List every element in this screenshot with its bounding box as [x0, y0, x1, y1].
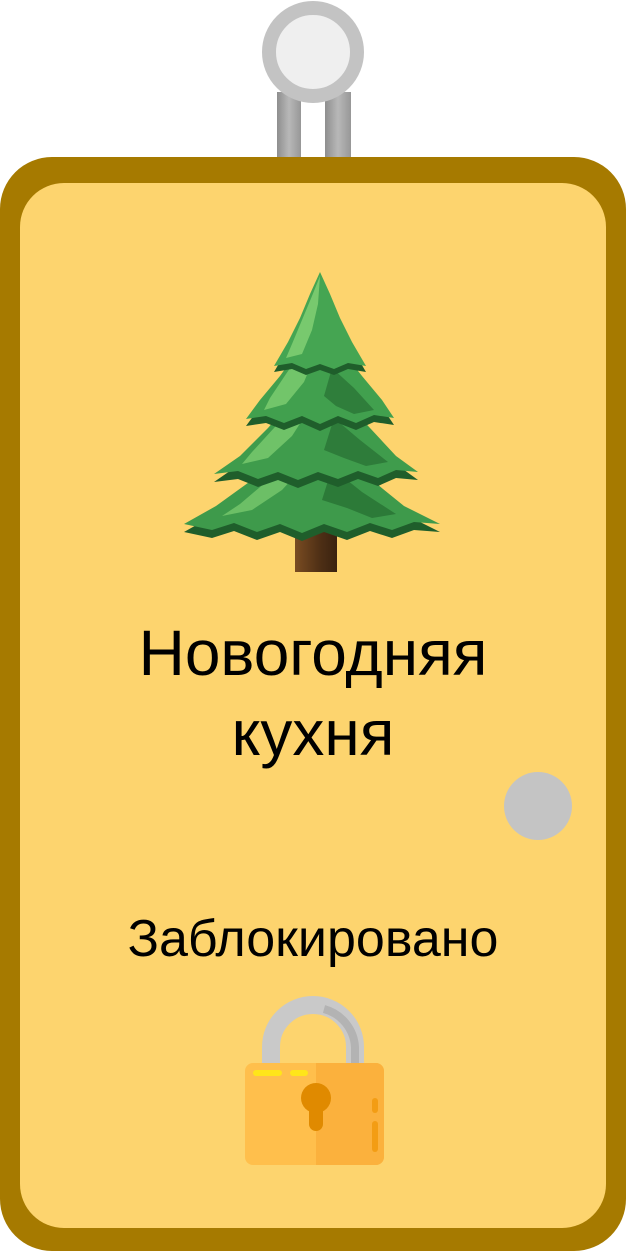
padlock-keyhole-slot: [309, 1100, 323, 1131]
hanger-strap-left: [277, 92, 301, 165]
padlock-highlight-short: [290, 1070, 308, 1076]
hanger-ring: [262, 1, 364, 103]
level-screen: Новогодняя кухня Заблокировано: [0, 0, 626, 1251]
hanger-ring-icon: [262, 1, 364, 165]
padlock-highlight-long: [253, 1070, 282, 1076]
padlock-icon: [245, 996, 384, 1165]
level-title: Новогодняя кухня: [138, 617, 488, 769]
padlock-side-mark-top: [372, 1098, 378, 1113]
padlock-side-mark-bottom: [372, 1121, 378, 1152]
lock-status-label: Заблокировано: [127, 910, 499, 968]
door-knob-icon: [504, 772, 572, 840]
christmas-tree-icon: [184, 272, 440, 572]
hanger-strap-right: [325, 92, 351, 165]
tree-tier-top: [274, 272, 366, 375]
